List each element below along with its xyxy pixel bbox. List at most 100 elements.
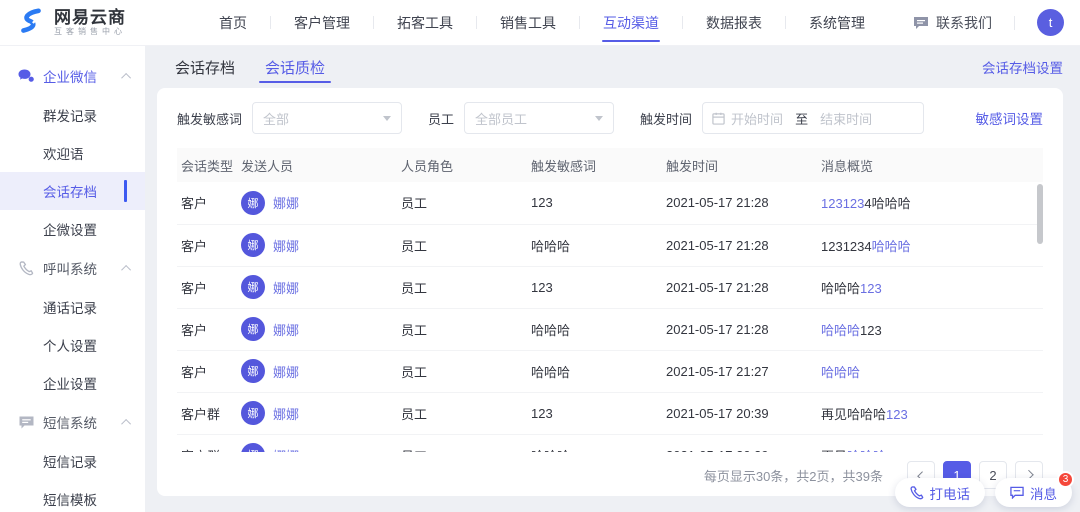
- make-call-button[interactable]: 打电话: [895, 478, 986, 507]
- message-highlight-segment[interactable]: 哈哈哈: [821, 365, 860, 380]
- chevron-up-icon: [121, 264, 131, 274]
- cell-message-preview[interactable]: 哈哈哈123: [819, 266, 1043, 308]
- cell-trigger-time: 2021-05-17 21:28: [664, 308, 819, 350]
- trigger-time-filter-label: 触发时间: [640, 109, 692, 128]
- session-archive-settings-link[interactable]: 会话存档设置: [982, 57, 1063, 77]
- table-scrollbar-thumb[interactable]: [1037, 184, 1043, 244]
- cell-sensitive-word: 哈哈哈: [529, 350, 664, 392]
- col-role: 人员角色: [399, 148, 529, 182]
- cell-message-preview[interactable]: 再见哈哈哈123: [819, 434, 1043, 452]
- sidebar-group-label: 企业微信: [43, 66, 97, 86]
- message-segment: 再见: [821, 449, 847, 453]
- filter-bar: 触发敏感词 全部 员工 全部员工 触发时间 开始时间: [177, 102, 1043, 134]
- sidebar-item-personal-settings[interactable]: 个人设置: [0, 326, 145, 364]
- contact-us-label: 联系我们: [936, 13, 992, 33]
- sender-avatar: 娜: [241, 317, 265, 341]
- sender-name-link[interactable]: 娜娜: [273, 236, 299, 255]
- sidebar-group-sms-system[interactable]: 短信系统: [0, 402, 145, 442]
- sidebar-item-session-archive[interactable]: 会话存档: [0, 172, 145, 210]
- header-divider: [1014, 16, 1015, 30]
- brand-title: 网易云商: [54, 9, 126, 27]
- cell-trigger-time: 2021-05-17 20:39: [664, 434, 819, 452]
- cell-session-type: 客户: [177, 224, 239, 266]
- sender-name-link[interactable]: 娜娜: [273, 362, 299, 381]
- sensitive-word-settings-link[interactable]: 敏感词设置: [976, 108, 1044, 128]
- sender-avatar: 娜: [241, 233, 265, 257]
- message-highlight-segment[interactable]: 123: [886, 407, 908, 422]
- message-segment: 123: [886, 449, 908, 453]
- nav-item-acquisition-tools[interactable]: 拓客工具: [374, 0, 476, 45]
- cell-sensitive-word: 哈哈哈: [529, 308, 664, 350]
- quality-check-table: 会话类型 发送人员 人员角色 触发敏感词 触发时间 消息概览 客户 娜 娜娜 员…: [177, 148, 1043, 452]
- cell-session-type: 客户群: [177, 392, 239, 434]
- cell-sender: 娜 娜娜: [239, 224, 399, 266]
- content-card: 触发敏感词 全部 员工 全部员工 触发时间 开始时间: [157, 88, 1063, 496]
- sensitive-word-select[interactable]: 全部: [252, 102, 402, 134]
- message-highlight-segment[interactable]: 哈哈哈: [821, 323, 860, 338]
- cell-role: 员工: [399, 350, 529, 392]
- cell-sensitive-word: 123: [529, 266, 664, 308]
- message-highlight-segment[interactable]: 哈哈哈: [872, 239, 911, 254]
- sender-avatar: 娜: [241, 275, 265, 299]
- contact-us-button[interactable]: 联系我们: [913, 13, 992, 33]
- sidebar-item-enterprise-settings[interactable]: 企业设置: [0, 364, 145, 402]
- col-session-type: 会话类型: [177, 148, 239, 182]
- sender-name-link[interactable]: 娜娜: [273, 404, 299, 423]
- cell-message-preview[interactable]: 1231234哈哈哈: [819, 224, 1043, 266]
- cell-session-type: 客户: [177, 266, 239, 308]
- cell-role: 员工: [399, 224, 529, 266]
- cell-sender: 娜 娜娜: [239, 266, 399, 308]
- staff-select[interactable]: 全部员工: [464, 102, 614, 134]
- col-sensitive-word: 触发敏感词: [529, 148, 664, 182]
- message-segment: 哈哈哈: [821, 281, 860, 296]
- table-body: 客户 娜 娜娜 员工 123 2021-05-17 21:28 1231234哈…: [177, 182, 1043, 452]
- sender-name-link[interactable]: 娜娜: [273, 446, 299, 453]
- sidebar-item-welcome-message[interactable]: 欢迎语: [0, 134, 145, 172]
- brand-logo[interactable]: 网易云商 互客销售中心: [16, 8, 166, 38]
- sidebar-item-sms-records[interactable]: 短信记录: [0, 442, 145, 480]
- cell-trigger-time: 2021-05-17 20:39: [664, 392, 819, 434]
- tab-session-archive[interactable]: 会话存档: [175, 46, 235, 88]
- sms-icon: [18, 414, 34, 430]
- nav-item-home[interactable]: 首页: [196, 0, 270, 45]
- sender-name-link[interactable]: 娜娜: [273, 278, 299, 297]
- floating-actions: 打电话 消息 3: [885, 478, 1073, 507]
- nav-item-customers[interactable]: 客户管理: [271, 0, 373, 45]
- tab-session-quality-check[interactable]: 会话质检: [265, 46, 325, 88]
- cell-trigger-time: 2021-05-17 21:27: [664, 350, 819, 392]
- chevron-down-icon: [595, 116, 603, 121]
- trigger-time-range-input[interactable]: 开始时间 至 结束时间: [702, 102, 924, 134]
- sender-name-link[interactable]: 娜娜: [273, 320, 299, 339]
- sidebar-group-call-system[interactable]: 呼叫系统: [0, 248, 145, 288]
- sidebar-group-wecom[interactable]: 企业微信: [0, 56, 145, 96]
- cell-message-preview[interactable]: 1231234哈哈哈: [819, 182, 1043, 224]
- col-sender: 发送人员: [239, 148, 399, 182]
- sender-name-link[interactable]: 娜娜: [273, 193, 299, 212]
- sidebar-item-group-send-records[interactable]: 群发记录: [0, 96, 145, 134]
- contact-chat-icon: [913, 16, 929, 30]
- cell-trigger-time: 2021-05-17 21:28: [664, 266, 819, 308]
- cell-sender: 娜 娜娜: [239, 434, 399, 452]
- cell-sensitive-word: 123: [529, 392, 664, 434]
- cell-message-preview[interactable]: 哈哈哈123: [819, 308, 1043, 350]
- logo-text: 网易云商 互客销售中心: [54, 9, 126, 37]
- message-highlight-segment[interactable]: 123123: [821, 196, 864, 211]
- sidebar-item-sms-templates[interactable]: 短信模板: [0, 480, 145, 512]
- cell-role: 员工: [399, 434, 529, 452]
- sensitive-word-select-value: 全部: [263, 109, 289, 128]
- message-highlight-segment[interactable]: 哈哈哈: [847, 449, 886, 453]
- nav-item-interactive-channels[interactable]: 互动渠道: [580, 0, 682, 45]
- sender-avatar: 娜: [241, 191, 265, 215]
- sidebar-item-call-records[interactable]: 通话记录: [0, 288, 145, 326]
- cell-message-preview[interactable]: 哈哈哈: [819, 350, 1043, 392]
- message-highlight-segment[interactable]: 123: [860, 281, 882, 296]
- nav-item-data-reports[interactable]: 数据报表: [683, 0, 785, 45]
- sidebar-item-wecom-settings[interactable]: 企微设置: [0, 210, 145, 248]
- messages-button[interactable]: 消息 3: [995, 478, 1072, 507]
- cell-message-preview[interactable]: 再见哈哈哈123: [819, 392, 1043, 434]
- nav-item-system-settings[interactable]: 系统管理: [786, 0, 888, 45]
- sensitive-word-filter-label: 触发敏感词: [177, 109, 242, 128]
- user-avatar[interactable]: t: [1037, 9, 1064, 36]
- chevron-down-icon: [383, 116, 391, 121]
- nav-item-sales-tools[interactable]: 销售工具: [477, 0, 579, 45]
